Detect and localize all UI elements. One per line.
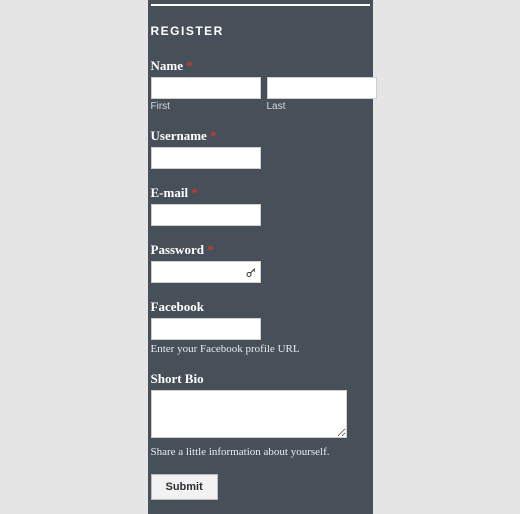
username-label: Username * <box>151 128 370 144</box>
bio-label: Short Bio <box>151 371 370 387</box>
facebook-input[interactable] <box>151 318 261 340</box>
facebook-field: Facebook Enter your Facebook profile URL <box>151 299 370 355</box>
last-name-sublabel: Last <box>267 101 377 112</box>
submit-button[interactable]: Submit <box>151 474 218 500</box>
name-field: Name * First Last <box>151 58 370 112</box>
email-label-text: E-mail <box>151 185 189 200</box>
first-name-sublabel: First <box>151 101 261 112</box>
username-label-text: Username <box>151 128 207 143</box>
bio-textarea[interactable] <box>151 390 347 438</box>
password-label-text: Password <box>151 242 204 257</box>
register-heading: REGISTER <box>151 24 370 38</box>
bio-field: Short Bio Share a little information abo… <box>151 371 370 458</box>
register-panel: REGISTER Name * First Last Username * <box>148 0 373 514</box>
email-required: * <box>191 185 198 200</box>
password-required: * <box>207 242 214 257</box>
name-label-text: Name <box>151 58 184 73</box>
divider <box>151 4 370 6</box>
last-name-input[interactable] <box>267 77 377 99</box>
first-name-input[interactable] <box>151 77 261 99</box>
username-field: Username * <box>151 128 370 169</box>
password-field: Password * <box>151 242 370 283</box>
name-label: Name * <box>151 58 370 74</box>
email-label: E-mail * <box>151 185 370 201</box>
name-required: * <box>186 58 193 73</box>
facebook-help: Enter your Facebook profile URL <box>151 343 370 355</box>
username-required: * <box>210 128 217 143</box>
email-input[interactable] <box>151 204 261 226</box>
bio-help: Share a little information about yoursel… <box>151 446 370 458</box>
username-input[interactable] <box>151 147 261 169</box>
password-label: Password * <box>151 242 370 258</box>
password-input[interactable] <box>151 261 261 283</box>
email-field: E-mail * <box>151 185 370 226</box>
facebook-label: Facebook <box>151 299 370 315</box>
